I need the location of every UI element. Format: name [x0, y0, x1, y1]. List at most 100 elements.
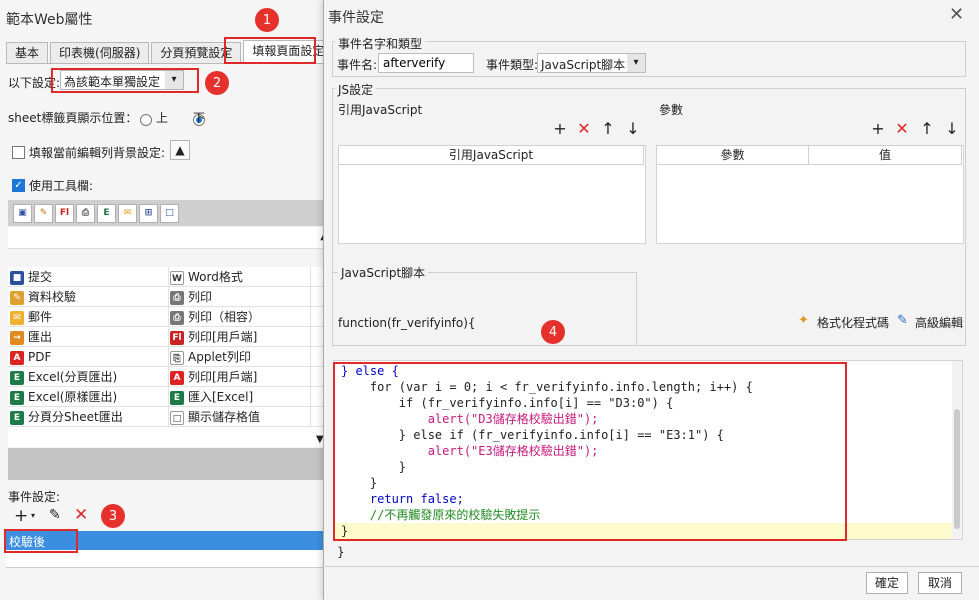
badge-3: 3: [101, 504, 125, 528]
script-section-label: JavaScript腳本: [338, 264, 429, 281]
list-item[interactable]: E Excel(原樣匯出) E 匯入[Excel]: [8, 387, 330, 407]
print-icon[interactable]: ⎙: [76, 204, 95, 223]
use-toolbar-checkbox[interactable]: ✓: [12, 179, 25, 192]
toolbar-drop-area: ▲: [8, 227, 330, 249]
list-item[interactable]: A PDF ⎘ Applet列印: [8, 347, 330, 367]
tab-basic[interactable]: 基本: [6, 42, 49, 64]
delete-icon[interactable]: ✕: [894, 121, 910, 137]
button-word-label: Word格式: [188, 270, 243, 284]
chevron-down-icon: ▾: [627, 54, 645, 72]
ref-js-section-label: 引用JavaScript: [338, 103, 423, 117]
row-bg-label: 填報當前編輯列背景設定:: [29, 146, 166, 160]
arrow-down-icon[interactable]: ↓: [944, 121, 960, 137]
button-export-label: 匯出: [28, 330, 53, 344]
button-excel-original-label: Excel(原樣匯出): [28, 390, 118, 404]
event-type-label: 事件類型:: [486, 58, 539, 72]
list-item[interactable]: E 分頁分Sheet匯出 □ 顯示儲存格值: [8, 407, 330, 427]
button-client-print-label: 列印[用戶端]: [188, 330, 258, 344]
button-verify-label: 資料校驗: [28, 290, 77, 304]
params-header-value: 值: [808, 145, 962, 165]
event-name-label: 事件名:: [337, 58, 378, 72]
toolbar-preview: ▣ ✎ Fl ⎙ E ✉ ⊞ □: [8, 200, 330, 226]
highlight-box-code: [333, 362, 847, 541]
excel-icon: E: [10, 410, 24, 425]
verify-icon[interactable]: ✎: [34, 204, 53, 223]
radio-top[interactable]: [140, 113, 152, 126]
advanced-edit-button[interactable]: 高級編輯: [915, 314, 963, 331]
delete-icon[interactable]: ✕: [576, 121, 592, 137]
advanced-edit-icon[interactable]: ✎: [897, 313, 908, 328]
pdf-icon: A: [10, 350, 24, 365]
edit-icon[interactable]: ✎: [49, 507, 61, 523]
dialog-title: 事件設定: [328, 10, 384, 26]
close-icon[interactable]: ✕: [949, 4, 964, 25]
button-client-print2-label: 列印[用戶端]: [188, 370, 258, 384]
button-applet-print-label: Applet列印: [188, 350, 251, 364]
blank-icon[interactable]: □: [160, 204, 179, 223]
button-import-excel-label: 匯入[Excel]: [188, 390, 254, 404]
paint-bucket-icon[interactable]: ▲: [170, 140, 190, 160]
flash-print-icon: Fl: [170, 330, 184, 345]
cancel-button[interactable]: 取消: [918, 572, 962, 594]
list-item[interactable]: E Excel(分頁匯出) A 列印[用戶端]: [8, 367, 330, 387]
arrow-up-icon[interactable]: ↑: [600, 121, 616, 137]
ok-button[interactable]: 確定: [866, 572, 908, 594]
button-show-cell-label: 顯示儲存格值: [188, 410, 261, 424]
sheet-tab-position-label: sheet標籤頁顯示位置：: [8, 111, 138, 125]
list-item[interactable]: ✎ 資料校驗 ⎙ 列印: [8, 287, 330, 307]
button-print-compat-label: 列印（相容）: [188, 310, 261, 324]
badge-1: 1: [255, 8, 279, 32]
chevron-down-icon[interactable]: ▾: [31, 511, 35, 520]
excel-icon: E: [10, 370, 24, 385]
pdf-print-icon: A: [170, 370, 184, 385]
event-name-field[interactable]: [378, 53, 474, 73]
arrow-down-icon[interactable]: ↓: [625, 121, 641, 137]
verify-icon: ✎: [10, 290, 24, 305]
badge-2: 2: [205, 71, 229, 95]
badge-4: 4: [541, 320, 565, 344]
list-item[interactable]: → 匯出 Fl 列印[用戶端]: [8, 327, 330, 347]
add-event-icon[interactable]: +: [14, 506, 28, 526]
applet-icon: ⎘: [170, 350, 184, 365]
print-icon: ⎙: [170, 290, 184, 305]
cell-value-icon: □: [170, 410, 184, 425]
event-type-select[interactable]: JavaScript腳本 ▾: [537, 53, 646, 73]
add-icon[interactable]: +: [552, 121, 568, 137]
word-icon: W: [170, 270, 184, 285]
list-footer-bar: [8, 448, 330, 480]
dialog-footer-divider: [323, 566, 979, 567]
excel-icon: E: [10, 390, 24, 405]
list-item[interactable]: ■ 提交 W Word格式: [8, 267, 330, 287]
list-item[interactable]: ✉ 郵件 ⎙ 列印（相容）: [8, 307, 330, 327]
function-signature: function(fr_verifyinfo){: [338, 316, 476, 330]
code-scrollbar[interactable]: [952, 361, 962, 539]
button-sheet-export-label: 分頁分Sheet匯出: [28, 410, 123, 424]
highlight-box-event: [4, 529, 78, 553]
delete-icon[interactable]: ✕: [74, 505, 88, 525]
mail-icon[interactable]: ✉: [118, 204, 137, 223]
use-toolbar-label: 使用工具欄:: [29, 179, 94, 193]
radio-bottom-label: 下: [193, 111, 206, 125]
highlight-box-setting: [51, 68, 199, 93]
add-icon[interactable]: +: [870, 121, 886, 137]
function-closing-brace: }: [337, 545, 345, 559]
excel-icon[interactable]: E: [97, 204, 116, 223]
tab-printer-server[interactable]: 印表機(伺服器): [50, 42, 150, 64]
ref-js-header: 引用JavaScript: [338, 145, 644, 165]
mail-icon: ✉: [10, 310, 24, 325]
radio-top-label: 上: [156, 111, 169, 125]
js-settings-label: JS設定: [335, 81, 377, 98]
row-bg-checkbox[interactable]: [12, 146, 25, 159]
export-icon: →: [10, 330, 24, 345]
format-code-button[interactable]: 格式化程式碼: [817, 314, 889, 331]
format-brush-icon[interactable]: ✦: [798, 313, 809, 328]
button-print-label: 列印: [188, 290, 213, 304]
button-pdf-label: PDF: [28, 350, 52, 364]
window-title: 範本Web屬性: [6, 12, 93, 28]
arrow-up-icon[interactable]: ↑: [919, 121, 935, 137]
button-mail-label: 郵件: [28, 310, 53, 324]
highlight-box-tab: [224, 37, 316, 64]
sheet-icon[interactable]: ⊞: [139, 204, 158, 223]
save-icon[interactable]: ▣: [13, 204, 32, 223]
flash-print-icon[interactable]: Fl: [55, 204, 74, 223]
